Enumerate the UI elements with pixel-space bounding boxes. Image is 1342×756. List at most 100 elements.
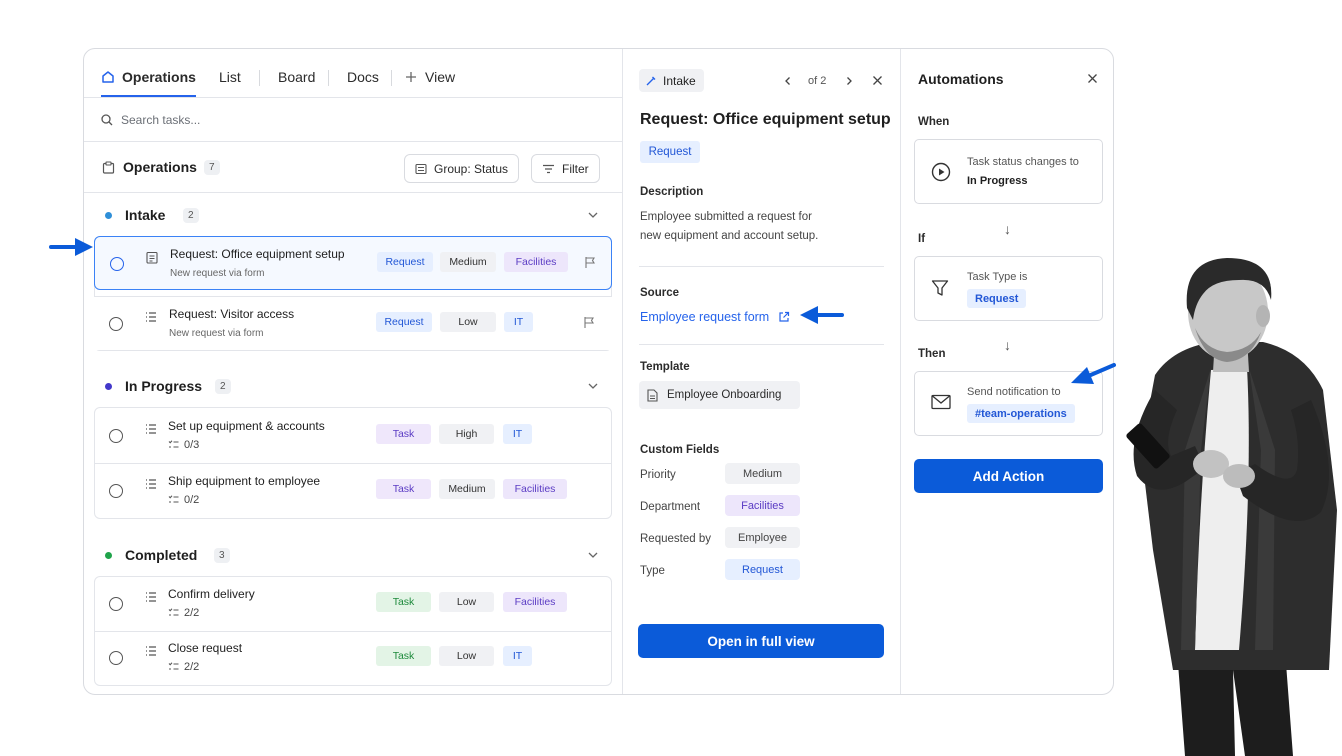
type-badge: Request — [640, 141, 700, 163]
task-row[interactable]: Request: Office equipment setup New requ… — [94, 236, 612, 290]
tab-divider — [391, 70, 392, 86]
template-chip[interactable]: Employee Onboarding — [639, 381, 800, 409]
description-label: Description — [640, 186, 704, 198]
tab-add-view[interactable]: View — [404, 69, 455, 97]
subtask-count: 0/3 — [184, 439, 200, 451]
trigger-card[interactable]: Task status changes to In Progress — [914, 139, 1103, 204]
group-header-in-progress[interactable]: In Progress 2 — [84, 366, 622, 406]
condition-text: Task Type is — [967, 271, 1028, 283]
task-subtitle: New request via form — [169, 328, 264, 339]
complete-checkbox[interactable] — [109, 651, 123, 665]
view-tabs: Operations List Board Docs View — [84, 49, 622, 98]
list-title: Operations — [123, 159, 197, 175]
then-label: Then — [918, 348, 946, 360]
task-title: Confirm delivery — [168, 587, 255, 601]
chevron-down-icon[interactable] — [587, 209, 599, 221]
complete-checkbox[interactable] — [110, 257, 124, 271]
open-full-view-button[interactable]: Open in full view — [638, 624, 884, 658]
group-by-label: Group: Status — [434, 161, 509, 176]
chevron-left-icon[interactable] — [783, 76, 793, 86]
task-title: Request: Visitor access — [169, 307, 295, 321]
app-window: Operations List Board Docs View Operatio… — [83, 48, 1114, 695]
chevron-down-icon[interactable] — [587, 549, 599, 561]
tab-label: Operations — [122, 69, 196, 85]
task-row[interactable]: Set up equipment & accounts 0/3 Task Hig… — [94, 409, 612, 463]
clipboard-icon — [102, 161, 115, 174]
subtask-progress: 2/2 — [168, 607, 199, 619]
complete-checkbox[interactable] — [109, 429, 123, 443]
type-tag: Task — [376, 479, 431, 499]
flag-icon[interactable] — [583, 316, 595, 329]
tab-list[interactable]: List — [219, 69, 241, 97]
field-key: Type — [640, 565, 665, 577]
field-key: Requested by — [640, 533, 711, 545]
condition-card[interactable]: Task Type is Request — [914, 256, 1103, 321]
department-tag: Facilities — [503, 479, 567, 499]
when-label: When — [918, 116, 950, 128]
complete-checkbox[interactable] — [109, 597, 123, 611]
filter-button[interactable]: Filter — [531, 154, 600, 183]
tab-board[interactable]: Board — [278, 69, 315, 97]
priority-tag: Low — [440, 312, 496, 332]
close-icon[interactable] — [872, 75, 883, 86]
group-header-intake[interactable]: Intake 2 — [84, 195, 622, 235]
close-icon[interactable] — [1087, 73, 1098, 84]
status-dot — [105, 212, 112, 219]
tab-label: Docs — [347, 69, 379, 85]
source-link-label: Employee request form — [640, 310, 770, 324]
chevron-down-icon[interactable] — [587, 380, 599, 392]
complete-checkbox[interactable] — [109, 317, 123, 331]
add-action-button[interactable]: Add Action — [914, 459, 1103, 493]
status-chip-label: Intake — [663, 73, 696, 88]
section-divider — [639, 266, 884, 267]
tab-label: View — [425, 69, 456, 85]
type-tag: Task — [376, 592, 431, 612]
group-header-completed[interactable]: Completed 3 — [84, 535, 622, 575]
person-with-phone-image — [1126, 258, 1337, 756]
task-count-badge: 7 — [204, 160, 220, 175]
list-icon — [146, 424, 156, 434]
subtask-count: 0/2 — [184, 494, 200, 506]
tab-docs[interactable]: Docs — [347, 69, 379, 97]
flag-icon[interactable] — [584, 256, 596, 269]
field-key: Priority — [640, 469, 676, 481]
task-row[interactable]: Ship equipment to employee 0/2 Task Medi… — [94, 464, 612, 518]
task-row[interactable]: Confirm delivery 2/2 Task Low Facilities — [94, 577, 612, 631]
callout-arrow-icon — [1071, 363, 1116, 384]
type-tag: Task — [376, 424, 431, 444]
trigger-value: In Progress — [967, 175, 1028, 187]
task-title: Close request — [168, 641, 243, 655]
task-subtitle: New request via form — [170, 268, 265, 279]
status-dot — [105, 383, 112, 390]
callout-arrow-icon — [49, 238, 93, 256]
subtask-progress: 2/2 — [168, 661, 199, 673]
field-value-department[interactable]: Facilities — [725, 495, 800, 516]
search-input[interactable] — [121, 110, 501, 130]
plus-icon — [406, 72, 416, 82]
department-tag: Facilities — [503, 592, 567, 612]
group-by-button[interactable]: Group: Status — [404, 154, 520, 183]
task-row[interactable]: Close request 2/2 Task Low IT — [94, 631, 612, 685]
filter-label: Filter — [562, 161, 589, 176]
field-value-priority[interactable]: Medium — [725, 463, 800, 484]
task-list-pane: Operations List Board Docs View Operatio… — [84, 49, 622, 694]
subtask-progress: 0/3 — [168, 439, 199, 451]
form-doc-icon — [146, 251, 158, 264]
automations-title: Automations — [918, 71, 1004, 87]
tab-label: List — [219, 69, 241, 85]
chevron-right-icon[interactable] — [844, 76, 854, 86]
field-value-requested-by[interactable]: Employee — [725, 527, 800, 548]
priority-tag: Medium — [440, 252, 496, 272]
source-link[interactable]: Employee request form — [640, 310, 790, 324]
status-chip[interactable]: Intake — [639, 69, 704, 92]
tab-label: Board — [278, 69, 316, 85]
task-title: Request: Office equipment setup — [170, 247, 345, 261]
external-link-icon — [779, 311, 790, 322]
field-value-type[interactable]: Request — [725, 559, 800, 580]
task-detail-pane: Intake of 2 Request: Office equipment se… — [622, 49, 900, 694]
complete-checkbox[interactable] — [109, 484, 123, 498]
tab-operations[interactable]: Operations — [101, 69, 196, 97]
template-name: Employee Onboarding — [667, 389, 782, 401]
task-row[interactable]: Request: Visitor access New request via … — [94, 296, 612, 350]
department-tag: IT — [503, 424, 532, 444]
